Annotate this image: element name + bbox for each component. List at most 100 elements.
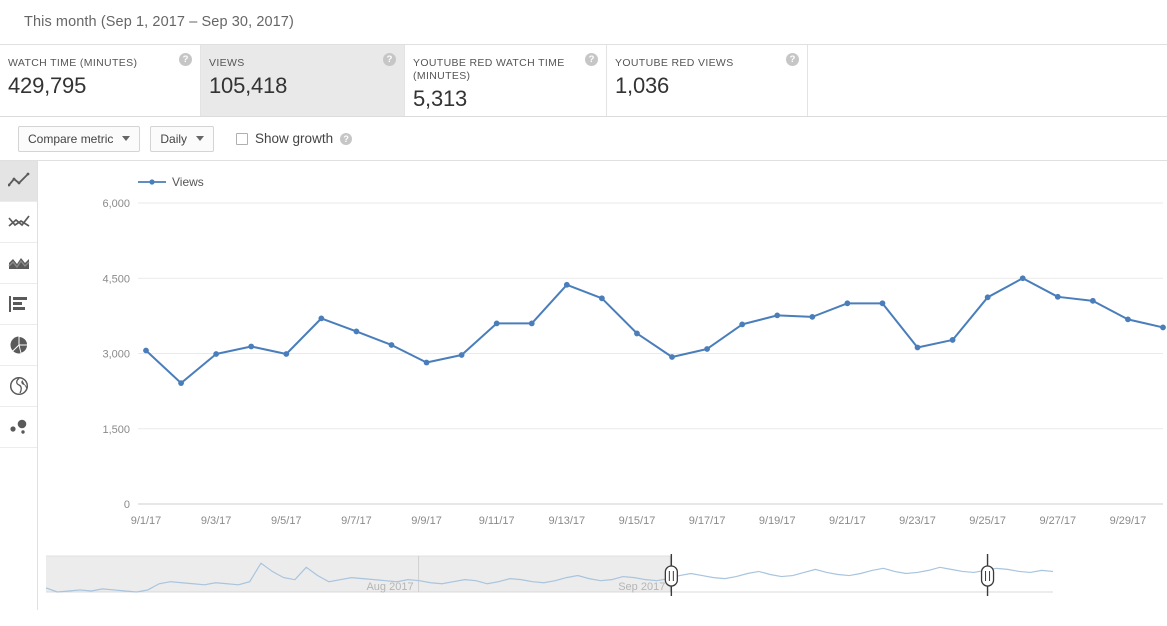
data-point[interactable] — [774, 312, 781, 319]
data-point[interactable] — [1125, 316, 1131, 323]
sidebar-item-pie-chart[interactable] — [0, 325, 37, 366]
metric-card-value: 5,313 — [413, 86, 468, 111]
metric-card-value: 105,418 — [209, 73, 288, 98]
chevron-down-icon — [196, 136, 205, 141]
scrubber-month-label: Aug 2017 — [366, 581, 413, 593]
sidebar-item-multiline-chart[interactable] — [0, 202, 37, 243]
x-axis-tick-label: 9/7/17 — [341, 515, 372, 527]
data-point[interactable] — [809, 313, 816, 320]
data-point[interactable] — [353, 328, 360, 335]
data-point[interactable] — [1019, 275, 1026, 282]
bar-chart-icon — [8, 296, 27, 312]
metric-card-label: WATCH TIME (MINUTES) — [8, 57, 138, 69]
sidebar-item-bubble-chart[interactable] — [0, 407, 37, 448]
multiline-chart-icon — [7, 215, 30, 227]
metric-card-youtube-red-watch-time[interactable]: YOUTUBE RED WATCH TIME (MINUTES) 5,313 ? — [405, 45, 607, 116]
globe-icon — [9, 376, 28, 396]
data-point[interactable] — [178, 380, 184, 386]
date-range-bar: This month (Sep 1, 2017 – Sep 30, 2017) — [0, 0, 1167, 44]
data-point[interactable] — [879, 300, 886, 307]
metric-card-label: YOUTUBE RED VIEWS — [615, 57, 734, 69]
help-icon[interactable]: ? — [179, 53, 192, 66]
x-axis-tick-label: 9/11/17 — [479, 515, 515, 527]
y-axis-tick-label: 6,000 — [102, 198, 130, 210]
help-icon[interactable]: ? — [340, 132, 353, 145]
data-point[interactable] — [493, 320, 500, 327]
data-point[interactable] — [283, 351, 290, 357]
data-point[interactable] — [739, 321, 746, 328]
chart-plot-svg[interactable]: 0 1,500 3,000 4,500 6,000 9/1/17 9/3/17 9/5/17 9… — [38, 161, 1167, 561]
y-axis-tick-label: 1,500 — [102, 424, 130, 436]
bubble-chart-icon — [9, 419, 26, 434]
show-growth-checkbox[interactable] — [236, 132, 249, 145]
data-point[interactable] — [1054, 293, 1061, 300]
sidebar-item-line-chart[interactable] — [0, 161, 37, 202]
chevron-down-icon — [122, 136, 131, 141]
metric-card-value: 429,795 — [8, 73, 87, 98]
compare-metric-button[interactable]: Compare metric — [18, 125, 141, 152]
data-point[interactable] — [844, 300, 851, 307]
compare-metric-label: Compare metric — [28, 131, 114, 146]
metric-cards-row: WATCH TIME (MINUTES) 429,795 ? VIEWS 105… — [0, 44, 1167, 117]
data-point[interactable] — [318, 315, 325, 322]
metric-card-label: YOUTUBE RED WATCH TIME (MINUTES) — [413, 57, 565, 82]
x-axis-tick-label: 9/23/17 — [899, 515, 936, 527]
interval-select-button[interactable]: Daily — [150, 125, 215, 152]
x-axis-tick-label: 9/19/17 — [759, 515, 796, 527]
sidebar-item-geography[interactable] — [0, 366, 37, 407]
x-axis-tick-label: 9/27/17 — [1039, 515, 1076, 527]
x-axis-tick-label: 9/17/17 — [689, 515, 726, 527]
data-point[interactable] — [458, 352, 465, 358]
x-axis-tick-label: 9/15/17 — [619, 515, 656, 527]
data-point[interactable] — [1160, 324, 1166, 331]
sidebar-item-area-chart[interactable] — [0, 243, 37, 284]
date-range-scrubber[interactable]: Aug 2017 Sep 2017 — [38, 550, 1167, 610]
chart-toolbar: Compare metric Daily Show growth ? — [0, 117, 1167, 161]
scrubber-unselected-region — [46, 556, 672, 592]
data-point[interactable] — [248, 343, 255, 350]
metric-card-value: 1,036 — [615, 73, 670, 98]
scrubber-handle-right[interactable] — [980, 554, 995, 596]
x-axis-tick-label: 9/29/17 — [1110, 515, 1147, 527]
pie-chart-icon — [10, 336, 28, 354]
data-point[interactable] — [213, 351, 220, 357]
data-point[interactable] — [143, 347, 149, 354]
x-axis-tick-label: 9/21/17 — [829, 515, 866, 527]
show-growth-label: Show growth — [255, 131, 334, 146]
data-point[interactable] — [598, 295, 605, 302]
show-growth-toggle[interactable]: Show growth ? — [236, 131, 353, 146]
y-axis-tick-label: 3,000 — [102, 349, 130, 361]
data-point[interactable] — [984, 294, 991, 301]
help-icon[interactable]: ? — [585, 53, 598, 66]
chart-type-sidebar — [0, 161, 38, 610]
data-point[interactable] — [388, 342, 395, 348]
x-axis-tick-label: 9/25/17 — [969, 515, 1006, 527]
x-axis-tick-label: 9/5/17 — [271, 515, 302, 527]
help-icon[interactable]: ? — [383, 53, 396, 66]
data-point[interactable] — [634, 330, 640, 337]
data-point[interactable] — [1089, 297, 1096, 304]
series-line-views — [145, 277, 1164, 385]
data-point[interactable] — [563, 281, 570, 288]
data-point[interactable] — [669, 354, 675, 360]
x-axis-tick-label: 9/3/17 — [201, 515, 232, 527]
interval-label: Daily — [160, 131, 188, 146]
data-point[interactable] — [914, 344, 921, 351]
date-range-label: This month (Sep 1, 2017 – Sep 30, 2017) — [24, 14, 294, 30]
sidebar-item-bar-chart[interactable] — [0, 284, 37, 325]
area-chart-icon — [8, 258, 29, 269]
scrubber-month-label: Sep 2017 — [618, 581, 665, 593]
metric-card-watch-time[interactable]: WATCH TIME (MINUTES) 429,795 ? — [0, 45, 201, 116]
data-point[interactable] — [704, 346, 711, 352]
data-point[interactable] — [528, 320, 535, 327]
help-icon[interactable]: ? — [786, 53, 799, 66]
line-chart-icon — [7, 172, 29, 187]
data-point[interactable] — [949, 337, 956, 343]
y-axis-tick-label: 4,500 — [102, 273, 130, 285]
data-point[interactable] — [423, 359, 430, 366]
y-axis-tick-label: 0 — [124, 499, 130, 511]
metric-card-views[interactable]: VIEWS 105,418 ? — [201, 45, 405, 116]
x-axis-tick-label: 9/13/17 — [548, 515, 585, 527]
chart-content: Views 0 1,500 3,000 4,500 6,000 9/1/17 9/3/17 9… — [0, 161, 1167, 610]
metric-card-youtube-red-views[interactable]: YOUTUBE RED VIEWS 1,036 ? — [607, 45, 808, 116]
